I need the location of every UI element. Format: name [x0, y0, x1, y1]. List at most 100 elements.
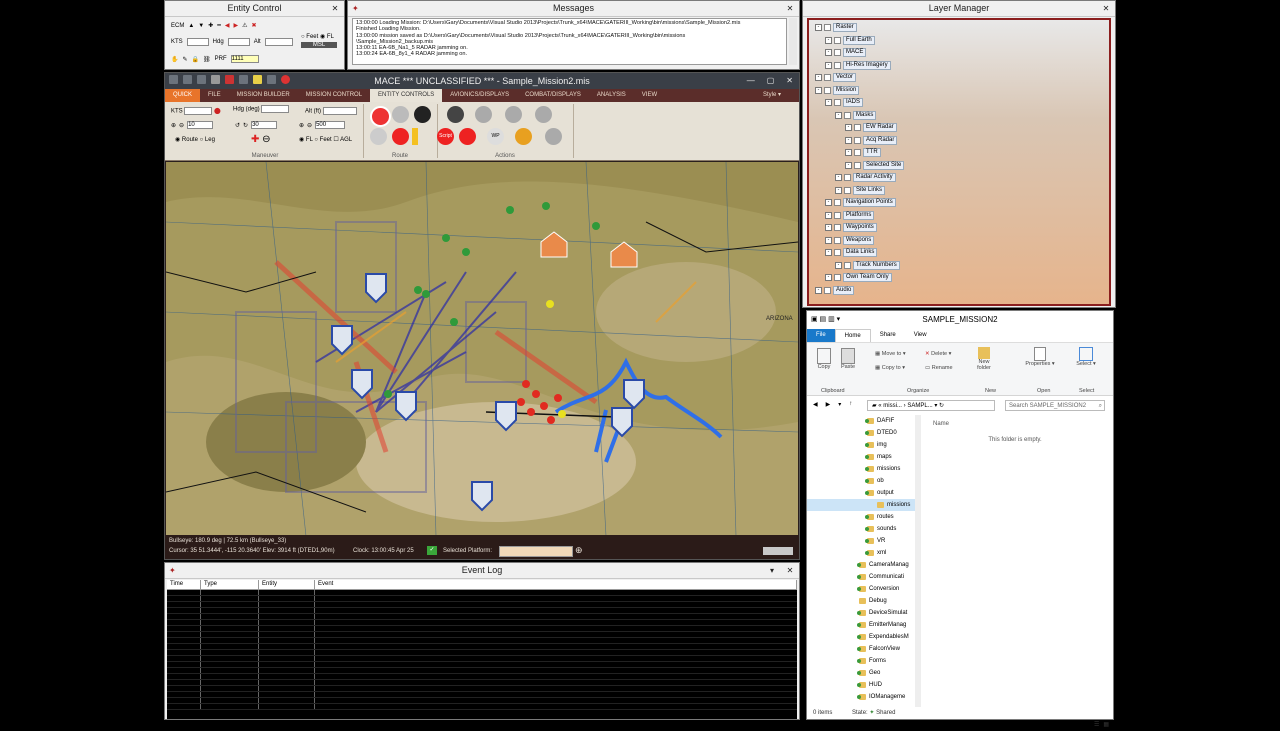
close-icon[interactable]: ✕ [1100, 1, 1112, 16]
feet-radio[interactable]: ○ [301, 34, 305, 40]
tab-file[interactable]: FILE [200, 89, 229, 102]
alt-input[interactable] [264, 38, 293, 46]
details-view-icon[interactable]: ☰ [1094, 719, 1099, 731]
decrease-icon[interactable]: ⊖ [307, 122, 312, 129]
breadcrumb-missions[interactable]: missi... [883, 403, 902, 409]
resize-handle[interactable] [763, 547, 793, 555]
stop-icon[interactable]: ⬤ [214, 109, 221, 115]
folder-tree-item[interactable]: DTED0 [807, 427, 917, 439]
layer-tree[interactable]: - Raster - Full Earth - MACE - Hi-Res Imagery - V… [807, 18, 1111, 306]
layer-checkbox[interactable] [834, 199, 841, 206]
folder-tree-item[interactable]: VR [807, 535, 917, 547]
folder-icon[interactable]: ▣ ▤ ▥ ▾ [811, 311, 840, 329]
layer-node[interactable]: - Platforms [825, 210, 875, 220]
minus-icon[interactable]: ━ [217, 22, 221, 29]
arrow-left-icon[interactable]: ◀ [225, 22, 230, 29]
layer-node[interactable]: - Weapons [825, 235, 875, 245]
column-entity[interactable]: Entity [259, 580, 315, 589]
layer-node[interactable]: - EW Radar [845, 123, 897, 132]
breadcrumb[interactable]: ▰ « missi... › SAMPL... ▾ ↻ [867, 400, 995, 411]
tab-home[interactable]: Home [834, 329, 871, 342]
messages-scrollbar[interactable] [789, 18, 797, 65]
folder-tree-item[interactable]: Conversion [807, 583, 917, 595]
layer-node[interactable]: - Selected Site [845, 160, 905, 170]
bomb-icon[interactable] [515, 128, 532, 145]
layer-node[interactable]: - Audio [815, 285, 855, 295]
folder-tree-item[interactable]: ob [807, 475, 917, 487]
layer-checkbox[interactable] [854, 124, 861, 131]
layer-checkbox[interactable] [844, 261, 851, 269]
feet-radio[interactable]: ○ [314, 137, 318, 143]
pencil-icon[interactable]: ✎ [182, 56, 187, 63]
layer-node[interactable]: - Hi-Res Imagery [825, 60, 891, 70]
folder-tree-item[interactable]: HUD [807, 679, 917, 691]
alt-input[interactable] [322, 107, 357, 115]
paste-button[interactable]: Paste [837, 348, 859, 370]
forward-icon[interactable]: ▶ [826, 401, 831, 408]
explorer-folder-tree[interactable]: DAFIF DTED0 img maps missions ob output mission… [807, 415, 917, 707]
layer-node[interactable]: - Raster [815, 23, 857, 32]
layer-node[interactable]: - Waypoints [825, 223, 877, 232]
save-icon[interactable] [197, 75, 206, 84]
route-dropdown[interactable] [412, 128, 418, 145]
select-button[interactable]: Select ▾ [1073, 347, 1099, 367]
tab-mission-builder[interactable]: MISSION BUILDER [229, 89, 298, 102]
column-event[interactable]: Event [315, 580, 797, 589]
layer-node[interactable]: - Track Numbers [835, 260, 900, 270]
select-icon[interactable] [253, 75, 262, 84]
hdg-input[interactable] [261, 105, 290, 113]
folder-tree-item[interactable]: maps [807, 451, 917, 463]
layer-checkbox[interactable] [834, 211, 841, 219]
move-to-button[interactable]: ▦ Move to ▾ [875, 351, 906, 357]
up-icon[interactable]: ↑ [849, 401, 852, 408]
script-button[interactable]: Script [437, 128, 454, 145]
folder-tree-item[interactable]: routes [807, 511, 917, 523]
minimize-icon[interactable]: — [747, 73, 755, 89]
folder-tree-item[interactable]: ExpendablesM [807, 631, 917, 643]
folder-tree-item[interactable]: Debug [807, 595, 917, 607]
folder-tree-item[interactable]: DAFIF [807, 415, 917, 427]
expand-icon[interactable]: - [815, 24, 822, 31]
remove-icon[interactable]: ⊖ [262, 134, 270, 145]
layer-checkbox[interactable] [824, 24, 831, 31]
decrease-icon[interactable]: ⊖ [179, 122, 184, 129]
layer-node[interactable]: - Site Links [835, 185, 886, 195]
warning-icon[interactable]: ⚠ [242, 22, 247, 29]
new-icon[interactable] [169, 75, 178, 84]
expand-icon[interactable]: - [825, 49, 832, 56]
layer-checkbox[interactable] [834, 274, 841, 281]
pointer-icon[interactable] [239, 75, 248, 84]
rotate-left-icon[interactable]: ↺ [235, 122, 240, 129]
waypoint-button[interactable]: WP [487, 128, 504, 145]
folder-tree-item[interactable]: Forms [807, 655, 917, 667]
expand-icon[interactable]: - [825, 61, 832, 69]
tab-file[interactable]: File [807, 329, 835, 342]
folder-tree-item[interactable]: Communicati [807, 571, 917, 583]
tab-quick[interactable]: QUICK [165, 89, 201, 102]
folder-tree-item[interactable]: missions [807, 499, 917, 511]
link-icon[interactable]: ⛓ [203, 56, 211, 63]
alt-step-select[interactable]: 500 [315, 121, 346, 129]
kts-input[interactable] [184, 107, 213, 115]
tab-entity-controls[interactable]: ENTITY CONTROLS [370, 89, 443, 102]
layer-checkbox[interactable] [834, 99, 841, 106]
open-icon[interactable] [183, 75, 192, 84]
layer-node[interactable]: - Navigation Points [825, 198, 896, 207]
column-type[interactable]: Type [201, 580, 259, 589]
breadcrumb-sample[interactable]: SAMPL... [907, 403, 932, 409]
expand-icon[interactable]: - [815, 286, 822, 294]
layer-node[interactable]: - Radar Activity [835, 173, 896, 182]
layer-node[interactable]: - MACE [825, 48, 867, 57]
tab-view[interactable]: VIEW [634, 89, 665, 102]
fl-radio[interactable]: ◉ [299, 137, 304, 143]
tab-combat-displays[interactable]: COMBAT/DISPLAYS [517, 89, 589, 102]
style-menu[interactable]: Style ▾ [763, 89, 781, 102]
folder-tree-item[interactable]: missions [807, 463, 917, 475]
folder-tree-item[interactable]: output [807, 487, 917, 499]
large-icons-view-icon[interactable]: ▦ [1103, 719, 1109, 731]
hand-icon[interactable]: ✋ [171, 56, 178, 63]
layer-node[interactable]: - Full Earth [825, 35, 875, 45]
expand-icon[interactable]: - [815, 74, 822, 81]
column-time[interactable]: Time [167, 580, 201, 589]
kts-step-select[interactable]: 10 [187, 121, 214, 129]
